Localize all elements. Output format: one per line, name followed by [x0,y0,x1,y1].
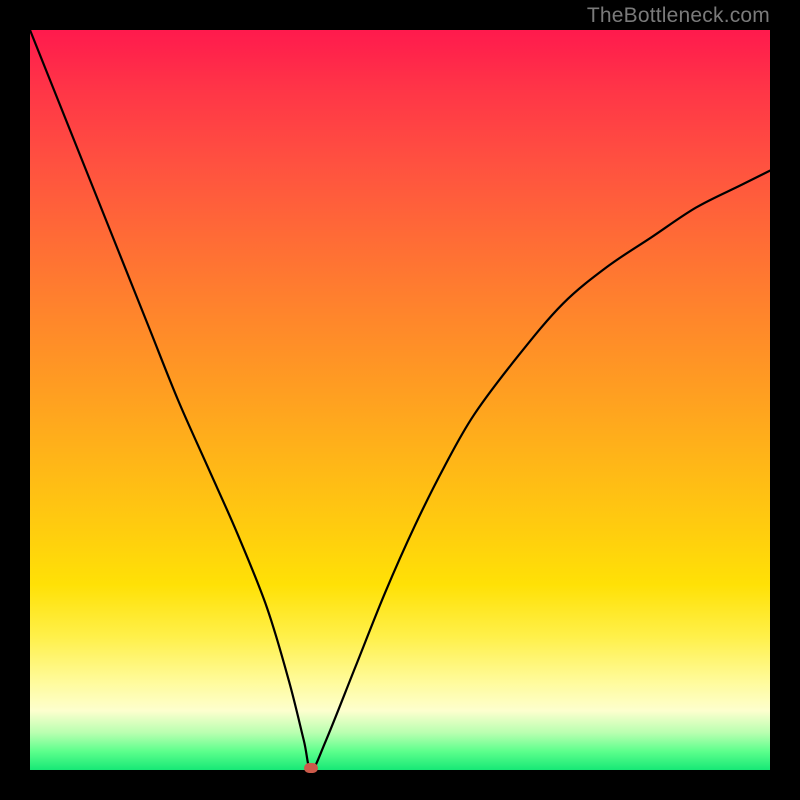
watermark-text: TheBottleneck.com [587,4,770,28]
chart-frame: TheBottleneck.com [0,0,800,800]
curve-svg [30,30,770,770]
bottleneck-curve-path [30,30,770,770]
optimum-marker [304,763,318,773]
plot-area [30,30,770,770]
